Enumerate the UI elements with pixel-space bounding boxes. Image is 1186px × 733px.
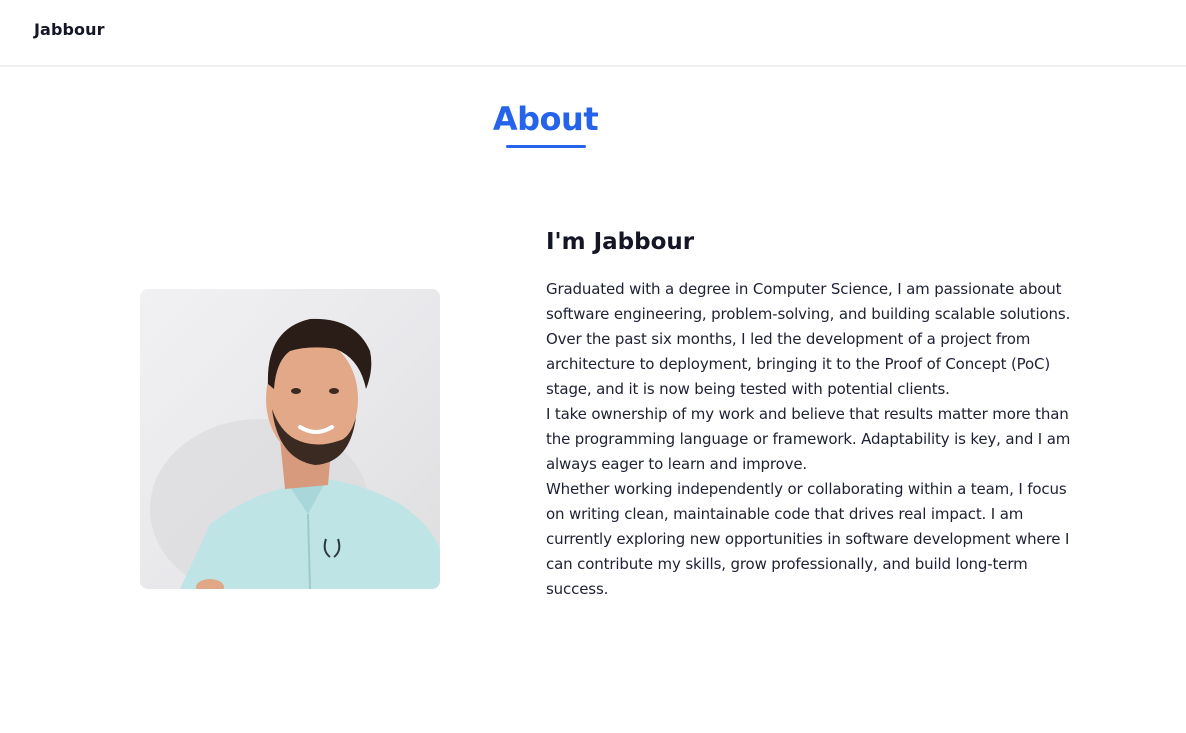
about-text: Graduated with a degree in Computer Scie… (546, 277, 1076, 602)
profile-photo-illustration (150, 318, 440, 589)
profile-photo (140, 289, 440, 589)
navbar: Jabbour (0, 0, 1186, 67)
brand-logo-link[interactable]: Jabbour (34, 20, 105, 39)
about-paragraph-2: I take ownership of my work and believe … (546, 405, 1071, 473)
about-paragraph-3: Whether working independently or collabo… (546, 480, 1070, 598)
about-paragraph-1: Graduated with a degree in Computer Scie… (546, 280, 1071, 398)
section-title: About (492, 100, 599, 138)
about-heading: I'm Jabbour (546, 229, 695, 255)
title-underline (506, 145, 586, 148)
